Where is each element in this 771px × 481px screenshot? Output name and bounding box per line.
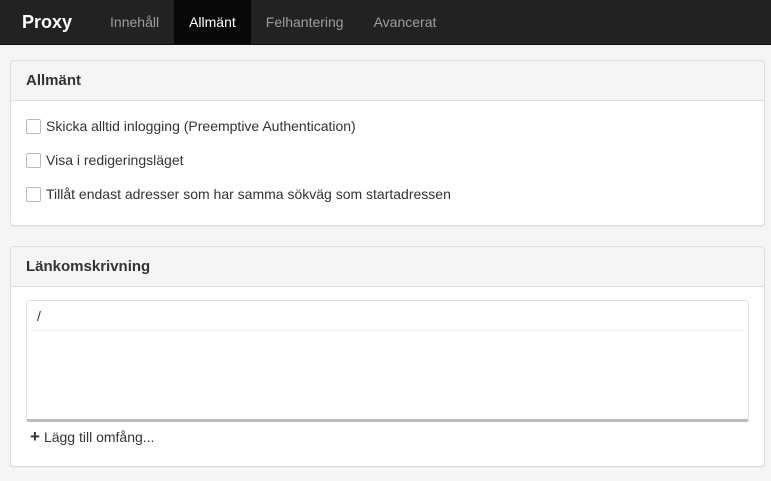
preemptive-auth-option[interactable]: Skicka alltid inlogging (Preemptive Auth… [26, 116, 749, 136]
preemptive-auth-label: Skicka alltid inlogging (Preemptive Auth… [46, 118, 356, 134]
scope-list: / [26, 300, 749, 422]
same-path-only-option[interactable]: Tillåt endast adresser som har samma sök… [26, 184, 749, 204]
brand[interactable]: Proxy [0, 0, 95, 44]
link-rewrite-panel-title: Länkomskrivning [11, 247, 764, 287]
same-path-only-label: Tillåt endast adresser som har samma sök… [46, 186, 451, 202]
same-path-only-checkbox[interactable] [26, 186, 41, 202]
general-panel: Allmänt Skicka alltid inlogging (Preempt… [10, 60, 765, 226]
plus-icon: + [30, 427, 40, 446]
tab-innehall[interactable]: Innehåll [95, 0, 174, 44]
tab-avancerat[interactable]: Avancerat [359, 0, 452, 44]
tab-felhantering[interactable]: Felhantering [251, 0, 359, 44]
show-in-edit-mode-checkbox[interactable] [26, 152, 41, 168]
list-item[interactable]: / [31, 301, 744, 331]
navbar: Proxy Innehåll Allmänt Felhantering Avan… [0, 0, 771, 45]
add-scope-button[interactable]: + Lägg till omfång... [30, 427, 764, 446]
general-panel-body: Skicka alltid inlogging (Preemptive Auth… [11, 101, 764, 233]
tab-allmant[interactable]: Allmänt [174, 0, 251, 44]
show-in-edit-mode-option[interactable]: Visa i redigeringsläget [26, 150, 749, 170]
link-rewrite-panel: Länkomskrivning / + Lägg till omfång... [10, 246, 765, 467]
add-scope-label: Lägg till omfång... [43, 429, 155, 445]
show-in-edit-mode-label: Visa i redigeringsläget [46, 152, 184, 168]
preemptive-auth-checkbox[interactable] [26, 118, 41, 134]
general-panel-title: Allmänt [11, 61, 764, 101]
